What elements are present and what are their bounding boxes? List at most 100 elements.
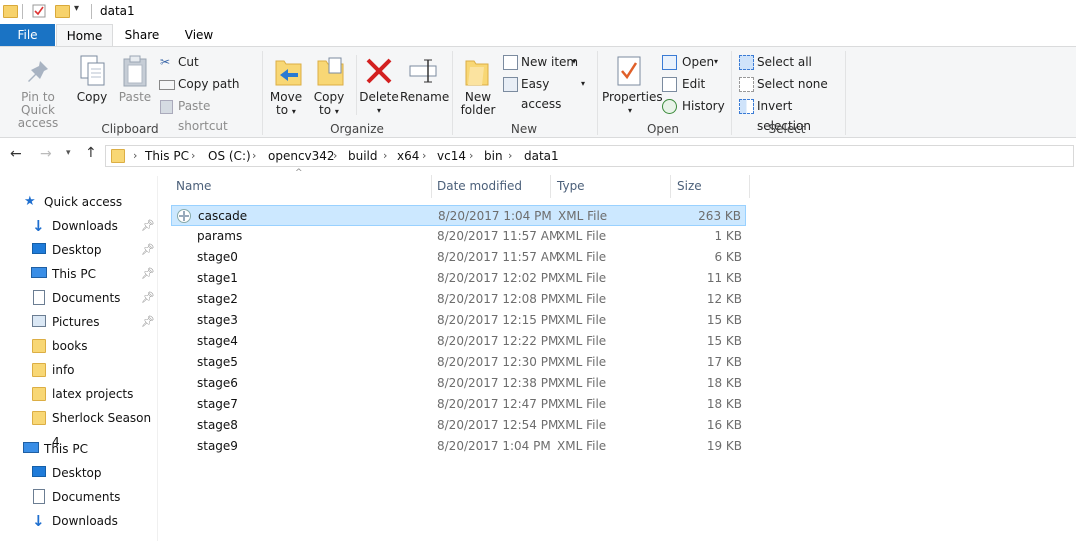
column-header-size[interactable]: Size [677, 173, 747, 200]
file-row[interactable]: stage5 8/20/2017 12:30 PM XML File 17 KB [171, 352, 746, 373]
file-type: XML File [557, 229, 607, 243]
nav-item-sherlock-season-4[interactable]: Sherlock Season 4 [0, 406, 158, 449]
breadcrumb-separator: › [333, 149, 338, 162]
paste-shortcut-button[interactable]: Paste shortcut [158, 96, 258, 133]
nav-item-label: latex projects [52, 387, 134, 401]
copy-button[interactable]: Copy [74, 91, 110, 104]
cut-button[interactable]: ✂ Cut [158, 52, 254, 72]
properties-label: Properties [602, 90, 663, 104]
open-icon [662, 55, 677, 70]
file-type: XML File [557, 334, 607, 348]
file-row[interactable]: stage1 8/20/2017 12:02 PM XML File 11 KB [171, 268, 746, 289]
address-bar[interactable]: › This PC › OS (C:) › opencv342 › build … [105, 145, 1074, 167]
up-arrow-icon[interactable]: ↑ [85, 145, 97, 161]
breadcrumb-separator: › [252, 149, 257, 162]
edit-button[interactable]: Edit [660, 74, 728, 94]
download-arrow-icon: ↓ [32, 217, 45, 235]
nav-pc-item-downloads[interactable]: ↓ Downloads [0, 509, 158, 533]
properties-icon[interactable] [32, 4, 46, 18]
column-separator[interactable] [550, 175, 551, 198]
move-to-icon [275, 60, 302, 86]
breadcrumb-opencv342[interactable]: opencv342 [268, 146, 335, 166]
new-folder-icon[interactable] [55, 5, 70, 18]
move-to-button[interactable]: Move to ▾ [268, 91, 304, 118]
file-row[interactable]: stage9 8/20/2017 1:04 PM XML File 19 KB [171, 436, 746, 457]
back-arrow-icon[interactable]: ← [10, 146, 22, 162]
delete-label: Delete [359, 90, 399, 104]
nav-item-label: Pictures [52, 315, 100, 329]
column-separator[interactable] [749, 175, 750, 198]
recent-locations-chevron-icon[interactable]: ▾ [66, 148, 71, 158]
window-title: data1 [100, 4, 135, 18]
file-row[interactable]: stage3 8/20/2017 12:15 PM XML File 15 KB [171, 310, 746, 331]
file-row[interactable]: stage4 8/20/2017 12:22 PM XML File 15 KB [171, 331, 746, 352]
nav-this-pc[interactable]: This PC [0, 437, 158, 461]
column-header-type[interactable]: Type [557, 173, 667, 200]
nav-item-latex-projects[interactable]: latex projects [0, 382, 158, 406]
tab-share[interactable]: Share [117, 24, 167, 46]
forward-arrow-icon[interactable]: → [40, 146, 52, 162]
breadcrumb-os-c[interactable]: OS (C:) [208, 146, 251, 166]
file-row[interactable]: stage2 8/20/2017 12:08 PM XML File 12 KB [171, 289, 746, 310]
file-date: 8/20/2017 12:22 PM [437, 334, 559, 348]
select-all-label: Select all [757, 55, 812, 69]
file-size: 11 KB [706, 271, 742, 285]
file-row[interactable]: stage6 8/20/2017 12:38 PM XML File 18 KB [171, 373, 746, 394]
breadcrumb-separator: › [469, 149, 474, 162]
file-name: stage4 [197, 334, 238, 348]
separator [22, 4, 23, 19]
nav-item-pictures[interactable]: Pictures 📌︎ [0, 310, 158, 334]
tab-file[interactable]: File [0, 24, 55, 46]
breadcrumb-build[interactable]: build [348, 146, 378, 166]
nav-item-label: info [52, 363, 75, 377]
file-row[interactable]: stage7 8/20/2017 12:47 PM XML File 18 KB [171, 394, 746, 415]
select-none-icon [739, 77, 754, 92]
customize-toolbar-icon[interactable]: ▾ [74, 3, 79, 14]
file-size: 6 KB [714, 250, 742, 264]
ribbon: Pin to Quick access Copy Paste ✂ Cut Cop… [0, 46, 1076, 138]
column-header-date-modified[interactable]: Date modified [437, 173, 547, 200]
column-header-name[interactable]: Name [176, 173, 426, 200]
column-separator[interactable] [670, 175, 671, 198]
nav-item-desktop[interactable]: Desktop 📌︎ [0, 238, 158, 262]
file-row-selected[interactable]: cascade 8/20/2017 1:04 PM XML File 263 K… [171, 205, 746, 226]
nav-item-info[interactable]: info [0, 358, 158, 382]
nav-pc-item-documents[interactable]: Documents [0, 485, 158, 509]
nav-item-documents[interactable]: Documents 📌︎ [0, 286, 158, 310]
file-date: 8/20/2017 12:08 PM [437, 292, 559, 306]
new-item-button[interactable]: New item ▾ [501, 52, 593, 72]
breadcrumb-vc14[interactable]: vc14 [437, 146, 466, 166]
nav-quick-access[interactable]: ★ Quick access [0, 190, 158, 214]
nav-item-this-pc[interactable]: This PC 📌︎ [0, 262, 158, 286]
copy-path-button[interactable]: Copy path [158, 74, 254, 94]
select-all-button[interactable]: Select all [737, 52, 841, 72]
new-folder-button[interactable]: New folder [456, 91, 500, 117]
file-row[interactable]: stage0 8/20/2017 11:57 AM XML File 6 KB [171, 247, 746, 268]
file-row[interactable]: stage8 8/20/2017 12:54 PM XML File 16 KB [171, 415, 746, 436]
breadcrumb-this-pc[interactable]: This PC [145, 146, 189, 166]
nav-item-label: Desktop [52, 466, 102, 480]
easy-access-button[interactable]: Easy access ▾ [501, 74, 593, 111]
properties-button[interactable]: Properties ▾ [602, 90, 663, 117]
breadcrumb-data1[interactable]: data1 [524, 146, 559, 166]
nav-item-books[interactable]: books [0, 334, 158, 358]
pin-icon: 📌︎ [141, 291, 155, 304]
history-button[interactable]: History [660, 96, 728, 116]
rename-button[interactable]: Rename [400, 91, 449, 104]
nav-pc-item-desktop[interactable]: Desktop [0, 461, 158, 485]
tab-home[interactable]: Home [56, 24, 113, 46]
pin-icon: 📌︎ [141, 243, 155, 256]
xml-file-icon [177, 209, 191, 223]
breadcrumb-x64[interactable]: x64 [397, 146, 419, 166]
select-none-button[interactable]: Select none [737, 74, 841, 94]
copy-to-button[interactable]: Copy to ▾ [310, 91, 348, 118]
invert-selection-button[interactable]: Invert selection [737, 96, 841, 133]
column-separator[interactable] [431, 175, 432, 198]
breadcrumb-bin[interactable]: bin [484, 146, 503, 166]
delete-button[interactable]: Delete ▾ [358, 91, 400, 117]
file-row[interactable]: params 8/20/2017 11:57 AM XML File 1 KB [171, 226, 746, 247]
paste-button[interactable]: Paste [116, 91, 154, 104]
open-button[interactable]: Open ▾ [660, 52, 728, 72]
tab-view[interactable]: View [175, 24, 223, 46]
nav-item-downloads[interactable]: ↓ Downloads 📌︎ [0, 214, 158, 238]
